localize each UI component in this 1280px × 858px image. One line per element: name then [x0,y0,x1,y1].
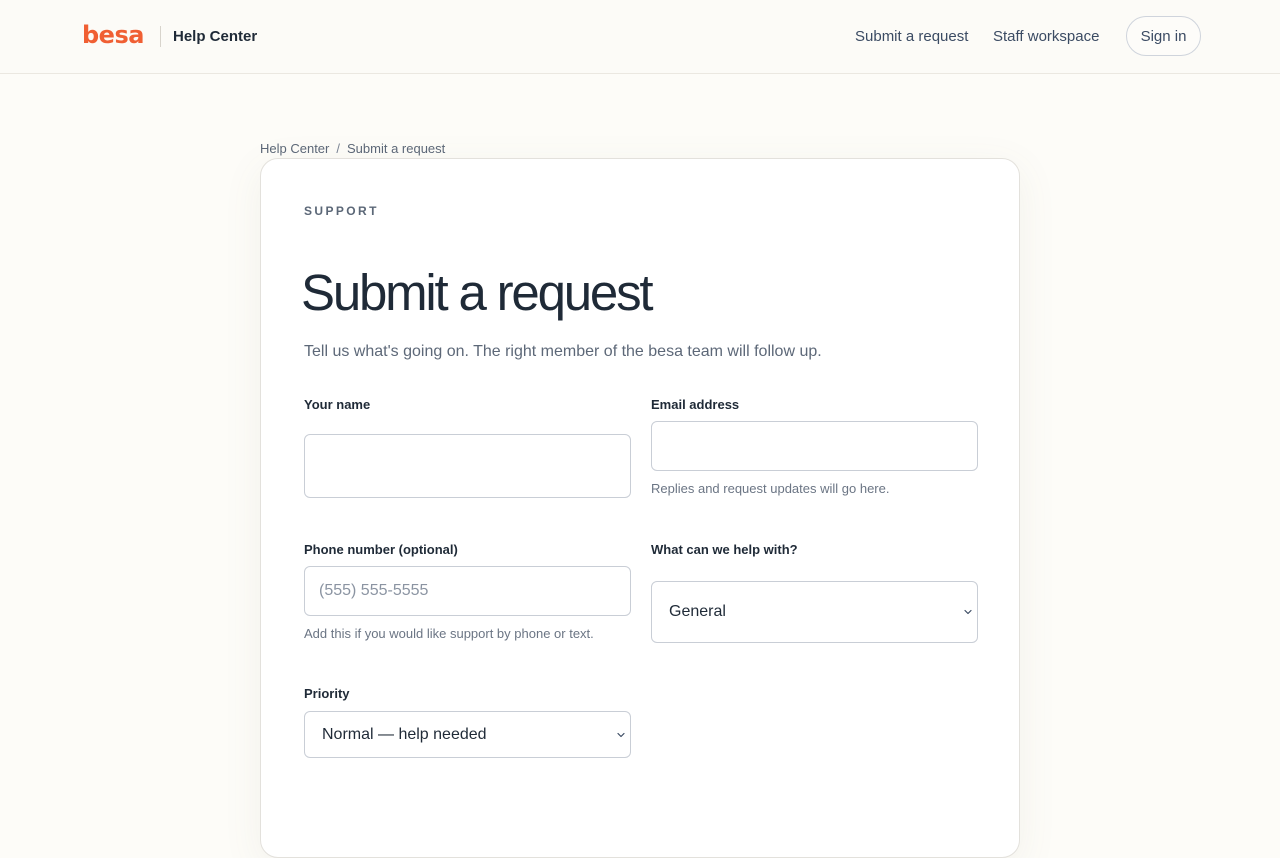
phone-input[interactable] [304,566,631,616]
priority-select[interactable]: Normal — help needed [304,711,631,758]
form-intro-text: Tell us what's going on. The right membe… [304,343,822,360]
priority-selected-value: Normal — help needed [322,725,487,743]
topic-select[interactable]: General [651,581,978,643]
sign-in-button[interactable]: Sign in [1126,16,1201,56]
priority-label: Priority [304,686,350,701]
site-header: besa Help Center Submit a request Staff … [0,0,1280,74]
breadcrumb: Help Center / Submit a request [260,140,445,157]
name-label: Your name [304,397,371,412]
topic-selected-value: General [669,603,726,620]
section-eyebrow: SUPPORT [304,204,379,218]
nav-staff-workspace-link[interactable]: Staff workspace [993,27,1099,46]
email-label: Email address [651,397,740,412]
help-center-title[interactable]: Help Center [173,27,257,46]
page-title: Submit a request [301,264,654,321]
email-help-text: Replies and request updates will go here… [651,481,890,496]
chevron-down-icon [964,609,972,615]
request-form-card: SUPPORT Submit a request Tell us what's … [260,158,1020,858]
phone-help-text: Add this if you would like support by ph… [304,626,594,641]
nav-submit-request-link[interactable]: Submit a request [855,27,968,46]
chevron-down-icon [617,732,625,737]
name-input[interactable] [304,434,631,498]
phone-label: Phone number (optional) [304,542,458,557]
topic-label: What can we help with? [651,542,798,557]
email-input[interactable] [651,421,978,471]
breadcrumb-home-link[interactable]: Help Center [260,141,329,156]
besa-logo[interactable]: besa [82,19,144,51]
breadcrumb-separator: / [336,141,340,156]
breadcrumb-current: Submit a request [347,141,446,156]
logo-divider [160,26,161,47]
